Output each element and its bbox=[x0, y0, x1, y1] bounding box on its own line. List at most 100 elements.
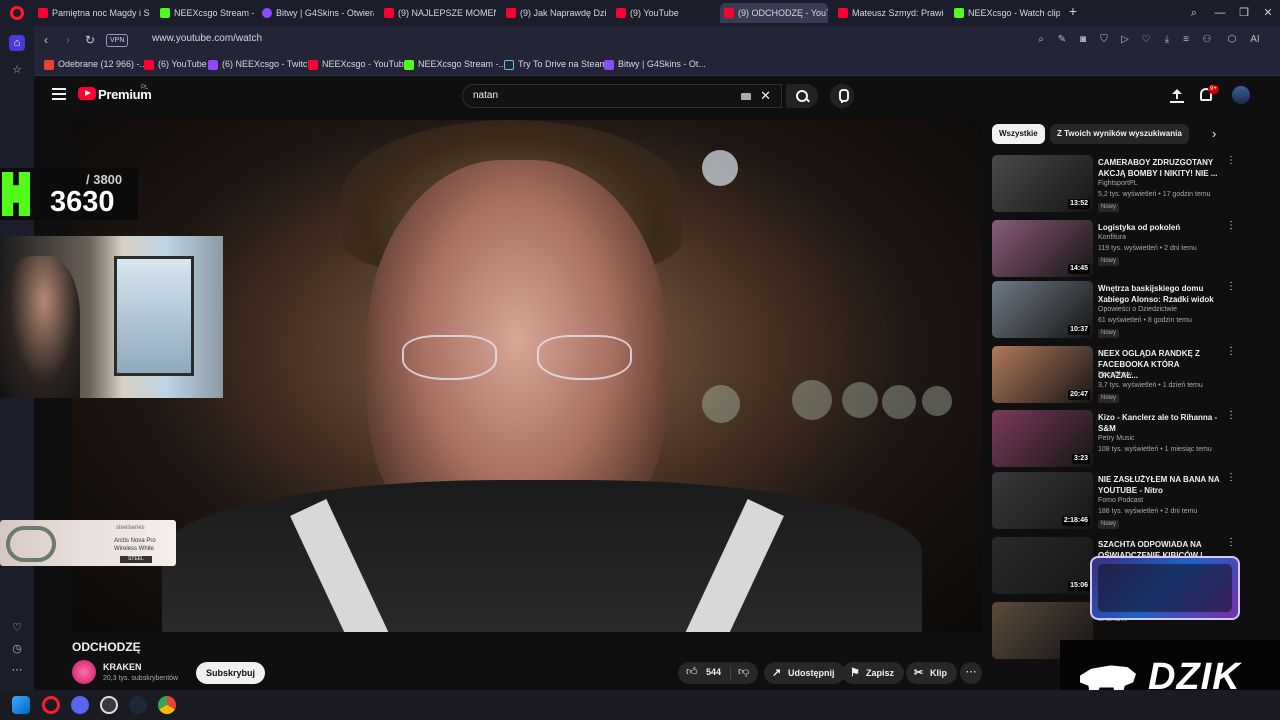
edit-icon[interactable]: ✎ bbox=[1056, 34, 1068, 46]
vpn-badge[interactable]: VPN bbox=[106, 34, 129, 47]
recommendation-thumbnail[interactable]: 14:45 bbox=[992, 220, 1093, 277]
menu-icon[interactable]: ≡ bbox=[1180, 34, 1192, 46]
keyboard-icon[interactable] bbox=[741, 93, 751, 100]
more-icon[interactable]: ⋯ bbox=[9, 662, 25, 678]
bookmark-item[interactable]: (6) NEEXcsgo - Twitch bbox=[208, 59, 312, 70]
bookmark-item[interactable]: Try To Drive na Steam bbox=[504, 59, 607, 70]
browser-tab[interactable]: NEEXcsgo Stream - Watch bbox=[156, 3, 254, 23]
browser-tab[interactable]: (9) YouTube bbox=[612, 3, 712, 23]
filter-chip[interactable]: Z Twoich wyników wyszukiwania bbox=[1050, 124, 1189, 144]
account-avatar[interactable] bbox=[1232, 86, 1250, 104]
recommendation-thumbnail[interactable]: 3:23 bbox=[992, 410, 1093, 467]
obs-icon[interactable] bbox=[100, 696, 118, 714]
search-button[interactable] bbox=[786, 84, 818, 108]
recommendation-item[interactable]: 2:18:46 NIE ZASŁUŻYŁEM NA BANA NA YOUTUBE… bbox=[992, 472, 1242, 532]
browser-tab[interactable]: Mateusz Szmyd: Prawie zg bbox=[834, 3, 944, 23]
back-icon[interactable]: ‹ bbox=[38, 32, 54, 48]
reload-icon[interactable]: ↻ bbox=[82, 32, 98, 48]
url-field[interactable]: www.youtube.com/watch bbox=[152, 33, 262, 44]
bookmark-item[interactable]: NEEXcsgo Stream -... bbox=[404, 59, 506, 70]
discord-icon[interactable] bbox=[71, 696, 89, 714]
extensions-icon[interactable]: ⬡ bbox=[1226, 34, 1238, 46]
search-input[interactable]: natan bbox=[473, 90, 498, 101]
kebab-menu-icon[interactable]: ⋮ bbox=[1226, 472, 1236, 483]
bookmark-item[interactable]: (6) YouTube bbox=[144, 59, 207, 70]
kebab-menu-icon[interactable]: ⋮ bbox=[1226, 281, 1236, 292]
browser-tab[interactable]: (9) Jak Naprawdę Działa P bbox=[502, 3, 606, 23]
recommendation-channel[interactable]: Konfitura bbox=[1098, 234, 1126, 241]
like-count[interactable]: 544 bbox=[706, 667, 721, 677]
tab-search-icon[interactable]: ⌕ bbox=[1180, 0, 1208, 26]
new-tab-button[interactable]: + bbox=[1066, 4, 1080, 18]
recommendation-item[interactable]: 3:23 Kizo - Kanclerz ale to Rihanna - S&M… bbox=[992, 410, 1242, 470]
browser-tab[interactable]: (9) ODCHODZĘ - YouTube bbox=[720, 3, 828, 23]
recommendation-title[interactable]: CAMERABOY ZDRUZGOTANY AKCJĄ BOMBY I NIKI… bbox=[1098, 157, 1220, 179]
kebab-menu-icon[interactable]: ⋮ bbox=[1226, 220, 1236, 231]
recommendation-title[interactable]: NIE ZASŁUŻYŁEM NA BANA NA YOUTUBE - Nitr… bbox=[1098, 474, 1220, 496]
youtube-logo-icon[interactable] bbox=[78, 87, 96, 100]
recommendation-item[interactable]: 14:45 Logistyka od pokoleń Konfitura 119 ty… bbox=[992, 220, 1242, 280]
browser-tab[interactable]: NEEXcsgo - Watch clips o bbox=[950, 3, 1060, 23]
voice-search-icon[interactable] bbox=[830, 84, 854, 108]
recommendation-thumbnail[interactable]: 13:52 bbox=[992, 155, 1093, 212]
heart-icon[interactable]: ♡ bbox=[1140, 34, 1152, 46]
recommendation-item[interactable]: 13:52 CAMERABOY ZDRUZGOTANY AKCJĄ BOMBY I… bbox=[992, 155, 1242, 215]
bookmark-item[interactable]: NEEXcsgo - YouTube bbox=[308, 59, 409, 70]
kebab-menu-icon[interactable]: ⋮ bbox=[1226, 346, 1236, 357]
recommendation-thumbnail[interactable]: 20:47 bbox=[992, 346, 1093, 403]
heart-icon[interactable]: ♡ bbox=[9, 620, 25, 636]
subscribe-button[interactable]: Subskrybuj bbox=[196, 662, 266, 684]
channel-name[interactable]: KRAKEN bbox=[103, 662, 142, 672]
kebab-menu-icon[interactable]: ⋮ bbox=[1226, 537, 1236, 548]
recommendation-channel[interactable]: Fomo Podcast bbox=[1098, 497, 1143, 504]
like-icon[interactable]: 👍︎ bbox=[686, 665, 698, 678]
recommendation-title[interactable]: Wnętrza baskijskiego domu Xabiego Alonso… bbox=[1098, 283, 1220, 305]
opera-logo-icon[interactable] bbox=[10, 6, 24, 20]
upload-icon[interactable] bbox=[1170, 88, 1184, 102]
channel-avatar[interactable] bbox=[72, 660, 96, 684]
recommendation-item[interactable]: 10:37 Wnętrza baskijskiego domu Xabiego A… bbox=[992, 281, 1242, 341]
recommendation-channel[interactable]: Opowieści o Dziedzictwie bbox=[1098, 306, 1177, 313]
history-icon[interactable]: ◷ bbox=[9, 641, 25, 657]
play-icon[interactable]: ▷ bbox=[1119, 34, 1131, 46]
clear-search-icon[interactable]: ✕ bbox=[760, 88, 771, 104]
recommendation-thumbnail[interactable]: 2:18:46 bbox=[992, 472, 1093, 529]
recommendation-channel[interactable]: Petry Music bbox=[1098, 435, 1135, 442]
browser-tab[interactable]: Pamiętna noc Magdy i Sł bbox=[34, 3, 150, 23]
menu-hamburger-icon[interactable] bbox=[52, 88, 66, 100]
chrome-icon[interactable] bbox=[158, 696, 176, 714]
kebab-menu-icon[interactable]: ⋮ bbox=[1226, 155, 1236, 166]
close-window-button[interactable]: ✕ bbox=[1254, 0, 1280, 26]
camera-icon[interactable]: ◙ bbox=[1077, 34, 1089, 46]
recommendation-title[interactable]: Logistyka od pokoleń bbox=[1098, 222, 1220, 233]
recommendation-thumbnail[interactable]: 10:37 bbox=[992, 281, 1093, 338]
chips-next-icon[interactable]: › bbox=[1212, 126, 1216, 141]
share-button[interactable]: ↗ Udostępnij bbox=[764, 662, 845, 684]
browser-tab[interactable]: (9) NAJLEPSZE MOMENTY bbox=[380, 3, 496, 23]
ai-button[interactable]: AI bbox=[1244, 34, 1266, 46]
home-icon[interactable]: ⌂ bbox=[9, 35, 25, 51]
recommendation-channel[interactable]: NeexShoty bbox=[1098, 371, 1132, 378]
profile-icon[interactable]: ⚇ bbox=[1201, 34, 1213, 46]
recommendation-thumbnail[interactable]: 15:06 bbox=[992, 537, 1093, 594]
download-icon[interactable]: ⤓ bbox=[1161, 34, 1173, 46]
kebab-menu-icon[interactable]: ⋮ bbox=[1226, 410, 1236, 421]
filter-chip[interactable]: Wszystkie bbox=[992, 124, 1045, 144]
clip-button[interactable]: ✂ Klip bbox=[906, 662, 957, 684]
bookmark-item[interactable]: Odebrane (12 966) -... bbox=[44, 59, 147, 70]
shield-icon[interactable]: ⛉ bbox=[1098, 34, 1110, 46]
search-box[interactable]: natan ✕ bbox=[462, 84, 782, 108]
browser-tab[interactable]: Bitwy | G4Skins - Otwieraj bbox=[258, 3, 374, 23]
more-actions-button[interactable]: ⋯ bbox=[960, 662, 982, 684]
steam-icon[interactable] bbox=[129, 696, 147, 714]
star-icon[interactable]: ☆ bbox=[9, 62, 25, 78]
recommendation-title[interactable]: Kizo - Kanclerz ale to Rihanna - S&M bbox=[1098, 412, 1220, 434]
recommendation-channel[interactable]: FightsportPL bbox=[1098, 180, 1138, 187]
bookmark-item[interactable]: Bitwy | G4Skins - Ot... bbox=[604, 59, 706, 70]
opera-taskbar-icon[interactable] bbox=[42, 696, 60, 714]
search-page-icon[interactable]: ⌕ bbox=[1035, 34, 1047, 46]
forward-icon[interactable]: › bbox=[60, 32, 76, 48]
windows-start-icon[interactable] bbox=[12, 696, 30, 714]
save-button[interactable]: ⚑ Zapisz bbox=[842, 662, 905, 684]
recommendation-item[interactable]: 20:47 NEEX OGLĄDA RANDKĘ Z FACEBOOKA KTÓR… bbox=[992, 346, 1242, 406]
